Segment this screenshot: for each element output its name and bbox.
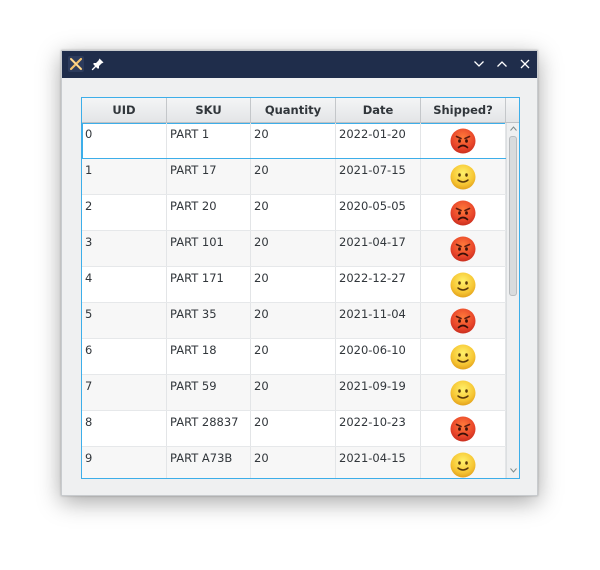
cell-shipped	[421, 303, 506, 338]
cell-date: 2021-11-04	[336, 303, 421, 338]
table-row[interactable]: 7 PART 59 20 2021-09-19	[82, 375, 506, 411]
pin-icon[interactable]	[89, 55, 107, 73]
cell-shipped	[421, 231, 506, 266]
cell-quantity: 20	[251, 231, 336, 266]
cell-date: 2022-12-27	[336, 267, 421, 302]
header-corner	[506, 98, 519, 122]
smiling-face-icon	[450, 452, 476, 478]
table-row[interactable]: 9 PART A73B 20 2021-04-15	[82, 447, 506, 478]
cell-date: 2021-04-17	[336, 231, 421, 266]
cell-sku: PART 171	[167, 267, 251, 302]
cell-sku: PART 59	[167, 375, 251, 410]
smiling-face-icon	[450, 344, 476, 370]
cell-uid: 7	[82, 375, 167, 410]
smiling-face-icon	[450, 272, 476, 298]
column-header-quantity[interactable]: Quantity	[251, 98, 336, 122]
scrollbar-thumb[interactable]	[509, 136, 517, 296]
close-button[interactable]	[516, 55, 534, 73]
column-header-shipped[interactable]: Shipped?	[421, 98, 506, 122]
angry-face-icon	[450, 128, 476, 154]
angry-face-icon	[450, 200, 476, 226]
cell-date: 2020-06-10	[336, 339, 421, 374]
cell-shipped	[421, 339, 506, 374]
column-header-sku[interactable]: SKU	[167, 98, 251, 122]
cell-date: 2021-04-15	[336, 447, 421, 478]
table-row[interactable]: 5 PART 35 20 2021-11-04	[82, 303, 506, 339]
cell-shipped	[421, 267, 506, 302]
table-row[interactable]: 6 PART 18 20 2020-06-10	[82, 339, 506, 375]
cell-shipped	[421, 195, 506, 230]
table-row[interactable]: 1 PART 17 20 2021-07-15	[82, 159, 506, 195]
column-header-uid[interactable]: UID	[82, 98, 167, 122]
cell-sku: PART 18	[167, 339, 251, 374]
table-row[interactable]: 0 PART 1 20 2022-01-20	[82, 123, 506, 159]
scroll-up-icon[interactable]	[510, 126, 517, 131]
cell-quantity: 20	[251, 159, 336, 194]
cell-date: 2021-09-19	[336, 375, 421, 410]
cell-uid: 5	[82, 303, 167, 338]
smiling-face-icon	[450, 164, 476, 190]
cell-uid: 3	[82, 231, 167, 266]
cell-sku: PART A73B	[167, 447, 251, 478]
table-row[interactable]: 3 PART 101 20 2021-04-17	[82, 231, 506, 267]
cell-uid: 2	[82, 195, 167, 230]
smiling-face-icon	[450, 380, 476, 406]
close-icon	[520, 59, 530, 69]
cell-uid: 8	[82, 411, 167, 446]
cell-shipped	[421, 159, 506, 194]
cell-shipped	[421, 123, 506, 158]
cell-date: 2022-10-23	[336, 411, 421, 446]
cell-shipped	[421, 375, 506, 410]
cell-quantity: 20	[251, 267, 336, 302]
title-bar	[62, 51, 537, 78]
cell-date: 2022-01-20	[336, 123, 421, 158]
angry-face-icon	[450, 236, 476, 262]
cell-quantity: 20	[251, 303, 336, 338]
table-row[interactable]: 2 PART 20 20 2020-05-05	[82, 195, 506, 231]
app-icon[interactable]	[67, 55, 85, 73]
chevron-down-icon	[474, 61, 484, 67]
app-window: UID SKU Quantity Date Shipped? 0 PART 1 20…	[61, 50, 538, 496]
angry-face-icon	[450, 416, 476, 442]
cell-uid: 9	[82, 447, 167, 478]
scroll-down-icon[interactable]	[510, 468, 517, 473]
cell-quantity: 20	[251, 195, 336, 230]
table-row[interactable]: 4 PART 171 20 2022-12-27	[82, 267, 506, 303]
cell-sku: PART 20	[167, 195, 251, 230]
chevron-up-icon	[497, 61, 507, 67]
cell-uid: 0	[82, 123, 167, 158]
cell-uid: 1	[82, 159, 167, 194]
cell-quantity: 20	[251, 375, 336, 410]
cell-sku: PART 28837	[167, 411, 251, 446]
minimize-button[interactable]	[470, 55, 488, 73]
table-body: 0 PART 1 20 2022-01-20 1 PART 17 20 2021-07-15 2…	[82, 123, 506, 478]
cell-sku: PART 101	[167, 231, 251, 266]
table-row[interactable]: 8 PART 28837 20 2022-10-23	[82, 411, 506, 447]
table-header: UID SKU Quantity Date Shipped?	[82, 98, 519, 123]
angry-face-icon	[450, 308, 476, 334]
maximize-button[interactable]	[493, 55, 511, 73]
cell-sku: PART 1	[167, 123, 251, 158]
cell-shipped	[421, 447, 506, 478]
cell-quantity: 20	[251, 123, 336, 158]
cell-sku: PART 17	[167, 159, 251, 194]
cell-date: 2021-07-15	[336, 159, 421, 194]
cell-shipped	[421, 411, 506, 446]
cell-sku: PART 35	[167, 303, 251, 338]
cell-uid: 4	[82, 267, 167, 302]
cell-quantity: 20	[251, 339, 336, 374]
vertical-scrollbar[interactable]	[506, 123, 519, 478]
cell-uid: 6	[82, 339, 167, 374]
cell-date: 2020-05-05	[336, 195, 421, 230]
column-header-date[interactable]: Date	[336, 98, 421, 122]
cell-quantity: 20	[251, 447, 336, 478]
cell-quantity: 20	[251, 411, 336, 446]
parts-table[interactable]: UID SKU Quantity Date Shipped? 0 PART 1 20…	[81, 97, 520, 479]
